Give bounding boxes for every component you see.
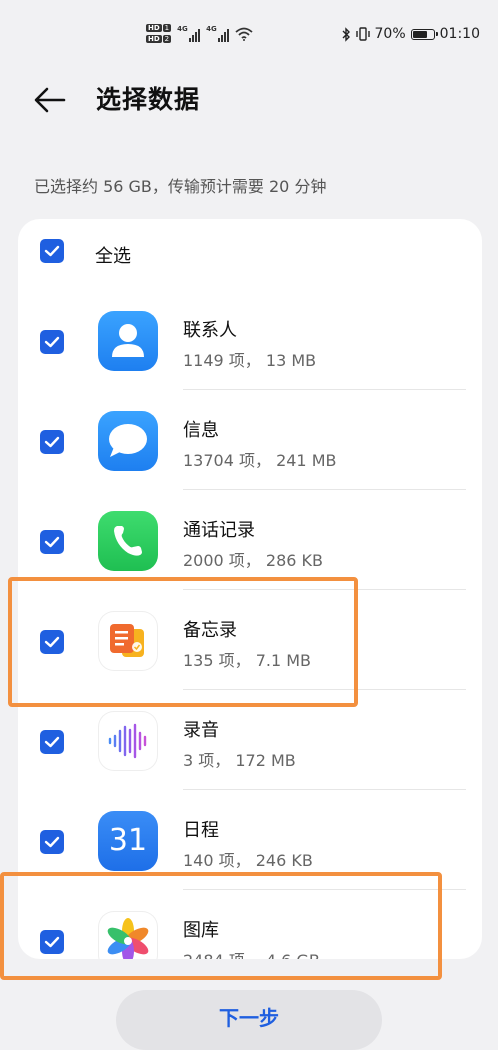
calendar-day: 31 [108, 823, 148, 858]
signal2-icon: 4G [206, 25, 230, 42]
clock: 01:10 [439, 26, 480, 42]
item-checkbox[interactable] [40, 330, 64, 354]
check-icon [44, 336, 60, 348]
item-meta: 3 项， 172 MB [183, 751, 296, 770]
item-name: 联系人 [183, 320, 237, 341]
back-arrow-icon[interactable] [34, 86, 66, 114]
status-right: 70% 01:10 [342, 26, 480, 42]
item-meta: 1149 项， 13 MB [183, 351, 317, 370]
item-name: 录音 [183, 720, 219, 741]
item-meta: 2000 项， 286 KB [183, 551, 323, 570]
check-icon [44, 836, 60, 848]
item-name: 日程 [183, 820, 219, 841]
bluetooth-icon [342, 26, 350, 42]
selection-summary: 已选择约 56 GB，传输预计需要 20 分钟 [34, 177, 327, 196]
list-item-contacts[interactable]: 联系人 1149 项， 13 MB [18, 290, 482, 390]
wifi-icon [235, 27, 253, 41]
status-left: HD 1 HD 2 4G 4G [146, 24, 253, 43]
item-meta: 13704 项， 241 MB [183, 451, 337, 470]
check-icon [44, 736, 60, 748]
hd1-icon: HD 1 [146, 24, 172, 32]
check-icon [44, 245, 60, 257]
vibrate-icon [355, 27, 370, 41]
list-item-messages[interactable]: 信息 13704 项， 241 MB [18, 390, 482, 490]
check-icon [44, 536, 60, 548]
hd2-icon: HD 2 [146, 35, 172, 43]
contacts-icon [98, 311, 158, 371]
status-bar: HD 1 HD 2 4G 4G 70% 01:10 [0, 0, 498, 70]
list-item-call-log[interactable]: 通话记录 2000 项， 286 KB [18, 490, 482, 590]
item-checkbox[interactable] [40, 530, 64, 554]
messages-icon [98, 411, 158, 471]
item-checkbox[interactable] [40, 830, 64, 854]
item-meta: 140 项， 246 KB [183, 851, 313, 870]
battery-icon [410, 28, 438, 40]
phone-icon [98, 511, 158, 571]
item-name: 信息 [183, 420, 219, 441]
select-all-label: 全选 [95, 246, 131, 267]
battery-percent: 70% [374, 26, 406, 42]
calendar-icon: 31 [98, 811, 158, 871]
highlight-box-gallery [0, 872, 442, 980]
item-checkbox[interactable] [40, 730, 64, 754]
next-button[interactable]: 下一步 [116, 990, 382, 1050]
highlight-box-notes [8, 577, 358, 707]
signal1-icon: 4G [177, 25, 201, 42]
recorder-icon [98, 711, 158, 771]
select-all-checkbox[interactable] [40, 239, 64, 263]
page-title: 选择数据 [96, 85, 201, 114]
item-name: 通话记录 [183, 520, 255, 541]
check-icon [44, 436, 60, 448]
item-checkbox[interactable] [40, 430, 64, 454]
